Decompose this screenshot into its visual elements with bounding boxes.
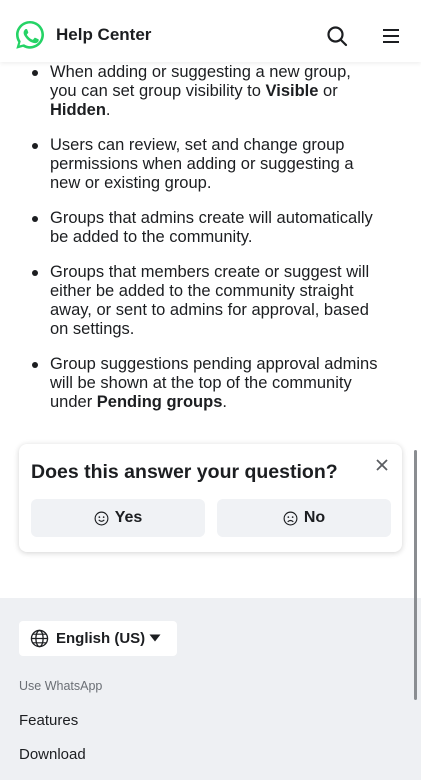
footer-link-features[interactable]: Features <box>19 712 78 729</box>
help-center-title[interactable]: Help Center <box>56 25 151 45</box>
footer-link-download[interactable]: Download <box>19 746 86 763</box>
caret-down-icon <box>149 634 161 642</box>
bullet-item: Users can review, set and change group p… <box>30 136 381 193</box>
globe-icon <box>30 629 49 648</box>
language-selector[interactable]: English (US) <box>19 621 177 656</box>
frown-icon <box>283 511 298 525</box>
whatsapp-logo-icon[interactable] <box>14 19 46 51</box>
bullet-item: Groups that admins create will automatic… <box>30 209 381 247</box>
bold-term: Hidden <box>50 101 106 119</box>
yes-button[interactable]: Yes <box>31 499 205 537</box>
hamburger-menu-icon[interactable] <box>379 24 403 48</box>
bullet-item: When adding or suggesting a new group, y… <box>30 63 381 120</box>
bullet-list: When adding or suggesting a new group, y… <box>0 63 421 412</box>
article-content: When adding or suggesting a new group, y… <box>0 62 421 428</box>
no-button[interactable]: No <box>217 499 391 537</box>
close-icon[interactable] <box>375 458 389 472</box>
footer: English (US) Use WhatsApp Features Downl… <box>0 598 421 780</box>
no-label: No <box>303 509 326 526</box>
scrollbar[interactable] <box>414 450 417 700</box>
feedback-card: Does this answer your question? Yes No <box>19 444 402 552</box>
bullet-item: Groups that members create or suggest wi… <box>30 263 381 339</box>
search-icon[interactable] <box>325 24 349 48</box>
bold-term: Pending groups <box>96 393 223 411</box>
feedback-question: Does this answer your question? <box>31 461 338 483</box>
footer-section-heading: Use WhatsApp <box>19 679 103 693</box>
bullet-item: Group suggestions pending approval admin… <box>30 355 381 412</box>
bold-term: Visible <box>265 82 319 100</box>
top-header: Help Center <box>0 0 421 62</box>
language-label: English (US) <box>56 630 146 647</box>
smile-icon <box>94 511 109 525</box>
yes-label: Yes <box>114 509 143 526</box>
